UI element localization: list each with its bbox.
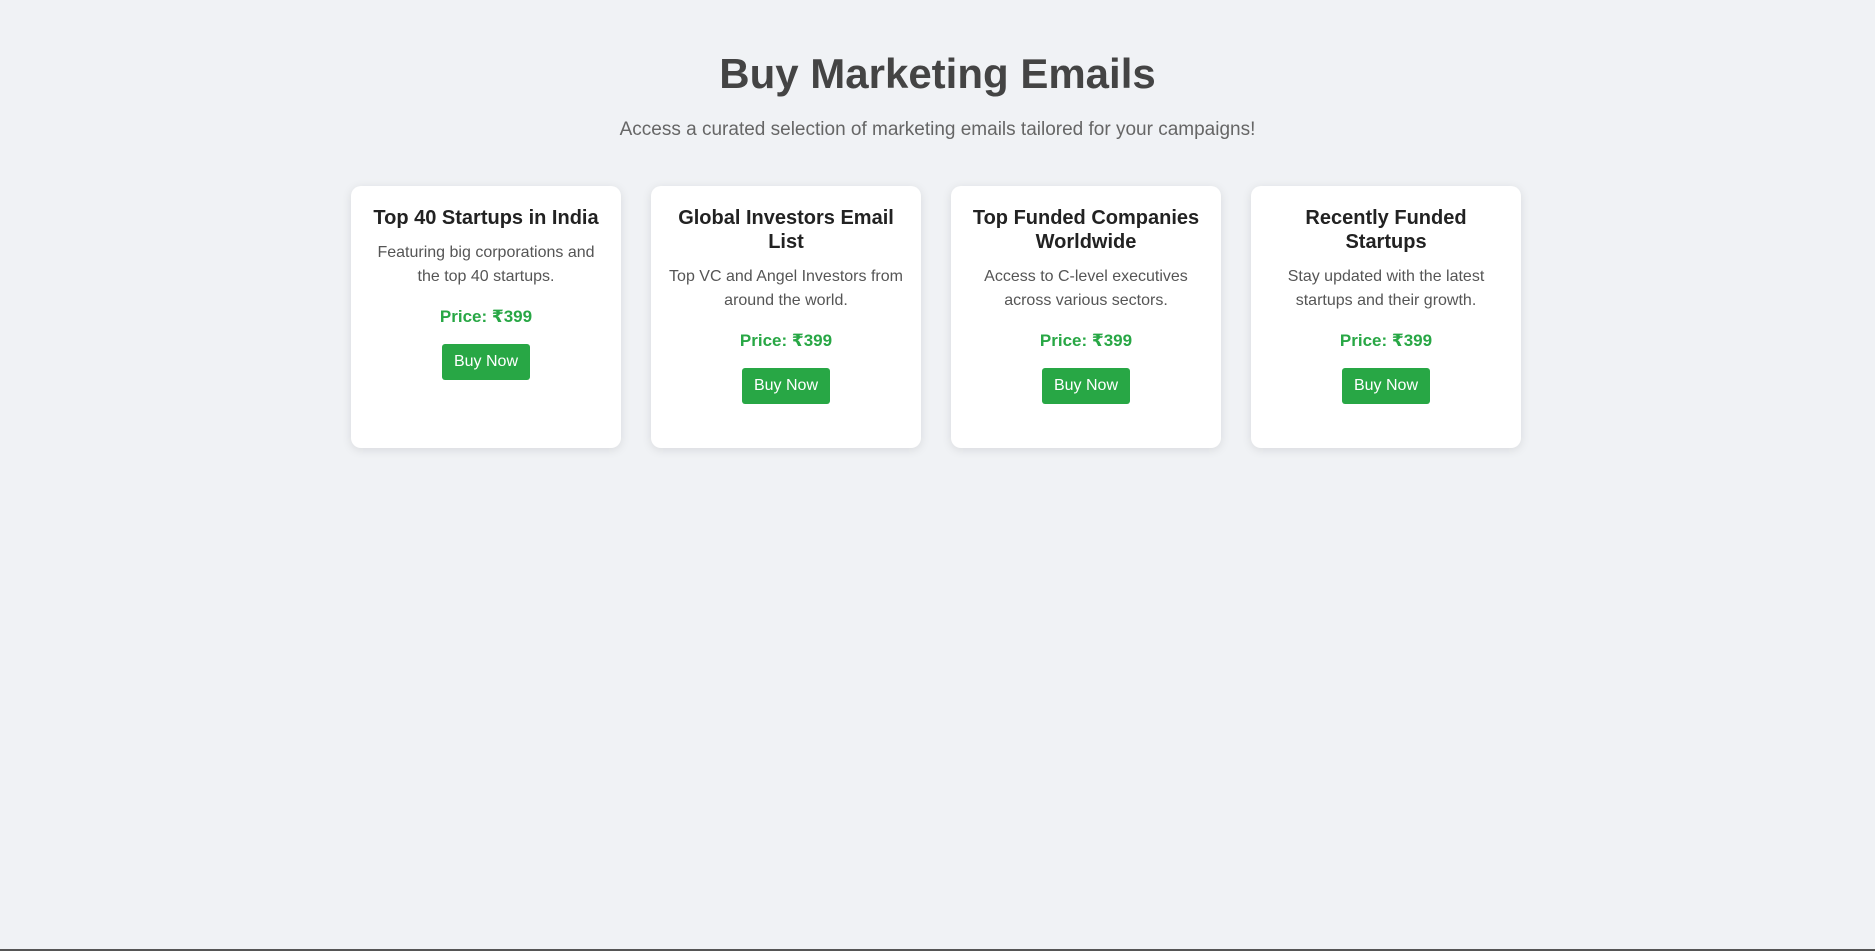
product-card-top-funded-companies: Top Funded Companies Worldwide Access to… [951,186,1221,448]
product-card-grid: Top 40 Startups in India Featuring big c… [351,186,1521,448]
product-card-recently-funded-startups: Recently Funded Startups Stay updated wi… [1251,186,1521,448]
page: Buy Marketing Emails Access a curated se… [0,0,1875,949]
page-title: Buy Marketing Emails [719,50,1156,97]
card-title: Top Funded Companies Worldwide [972,207,1200,253]
card-price: Price: ₹399 [1039,331,1133,350]
card-description: Access to C-level executives across vari… [984,268,1188,309]
product-card-global-investors: Global Investors Email List Top VC and A… [651,186,921,448]
product-card-top-40-startups: Top 40 Startups in India Featuring big c… [351,186,621,448]
card-title: Top 40 Startups in India [373,207,599,229]
buy-now-button[interactable]: Buy Now [441,344,531,380]
buy-now-button[interactable]: Buy Now [1041,368,1131,404]
card-price: Price: ₹399 [739,331,833,350]
card-description: Top VC and Angel Investors from around t… [669,268,903,309]
page-subtitle: Access a curated selection of marketing … [619,119,1256,140]
card-title: Recently Funded Startups [1305,207,1467,253]
card-price: Price: ₹399 [1339,331,1433,350]
buy-now-button[interactable]: Buy Now [1341,368,1431,404]
buy-now-button[interactable]: Buy Now [741,368,831,404]
card-price: Price: ₹399 [439,307,533,326]
card-description: Featuring big corporations and the top 4… [377,244,595,285]
card-title: Global Investors Email List [678,207,894,253]
card-description: Stay updated with the latest startups an… [1287,268,1485,309]
